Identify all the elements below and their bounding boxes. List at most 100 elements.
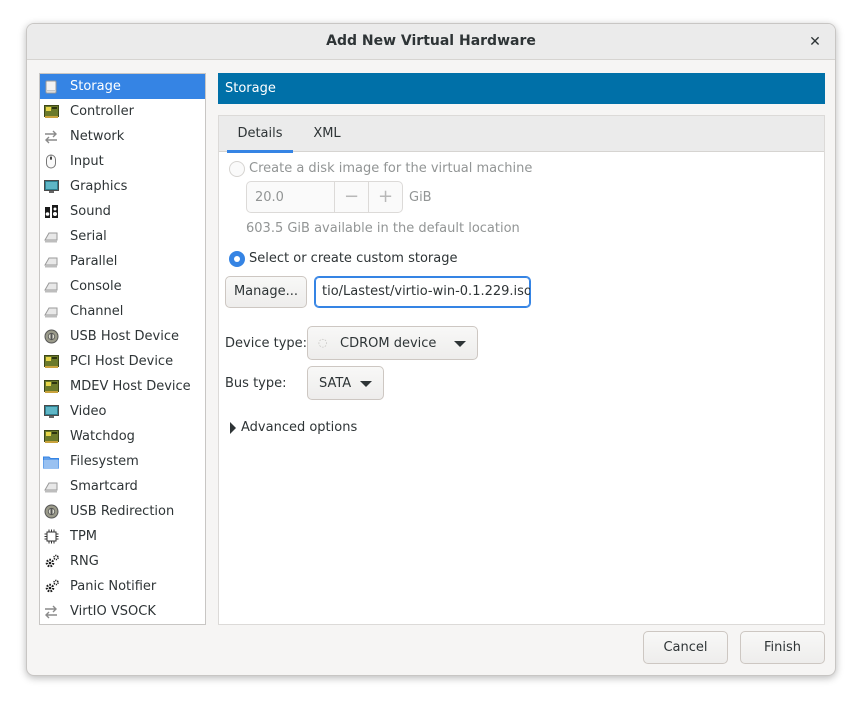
sidebar-item-console[interactable]: Console xyxy=(40,274,205,299)
disk-size-value[interactable]: 20.0 xyxy=(255,190,284,205)
sidebar-item-label: Video xyxy=(70,404,107,419)
dialog-title: Add New Virtual Hardware xyxy=(326,33,536,49)
sound-icon xyxy=(43,204,59,220)
device-type-label: Device type: xyxy=(225,336,308,351)
sidebar-item-label: MDEV Host Device xyxy=(70,379,191,394)
sidebar-item-panic-notifier[interactable]: Panic Notifier xyxy=(40,574,205,599)
bus-type-combo[interactable]: SATA xyxy=(307,366,384,400)
sidebar-item-label: TPM xyxy=(70,529,97,544)
sidebar-item-label: Smartcard xyxy=(70,479,138,494)
usb-icon xyxy=(43,329,59,345)
tab-bar: Details XML xyxy=(219,116,824,153)
close-icon[interactable]: ✕ xyxy=(805,32,825,52)
tab-xml[interactable]: XML xyxy=(307,116,347,152)
sidebar-item-input[interactable]: Input xyxy=(40,149,205,174)
card-icon xyxy=(43,379,59,395)
sidebar-item-label: Serial xyxy=(70,229,107,244)
finish-button[interactable]: Finish xyxy=(740,631,825,664)
sidebar-item-parallel[interactable]: Parallel xyxy=(40,249,205,274)
sidebar-item-usb-host-device[interactable]: USB Host Device xyxy=(40,324,205,349)
sidebar-item-virtio-vsock[interactable]: VirtIO VSOCK xyxy=(40,599,205,624)
add-hardware-dialog: Add New Virtual Hardware ✕ Storage Contro… xyxy=(26,23,836,676)
decrement-icon[interactable]: − xyxy=(334,182,368,212)
sidebar-item-label: Sound xyxy=(70,204,111,219)
sidebar-item-tpm[interactable]: TPM xyxy=(40,524,205,549)
create-disk-radio[interactable] xyxy=(229,161,245,177)
network-icon xyxy=(43,129,59,145)
serial-port-icon xyxy=(43,254,59,270)
bus-type-value: SATA xyxy=(319,376,352,391)
monitor-icon xyxy=(43,404,59,420)
disk-size-spinner[interactable]: 20.0 − + xyxy=(246,181,403,213)
gear-icon xyxy=(43,579,59,595)
sidebar-item-pci-host-device[interactable]: PCI Host Device xyxy=(40,349,205,374)
folder-icon xyxy=(43,454,59,470)
sidebar-item-label: Panic Notifier xyxy=(70,579,157,594)
sidebar-item-label: PCI Host Device xyxy=(70,354,174,369)
sidebar-item-label: VirtIO VSOCK xyxy=(70,604,156,619)
gear-icon xyxy=(43,554,59,570)
chevron-down-icon xyxy=(360,381,372,387)
card-icon xyxy=(43,429,59,445)
sidebar-item-video[interactable]: Video xyxy=(40,399,205,424)
sidebar-item-label: USB Host Device xyxy=(70,329,180,344)
titlebar: Add New Virtual Hardware ✕ xyxy=(27,24,835,60)
sidebar-item-label: Filesystem xyxy=(70,454,139,469)
custom-storage-radio[interactable] xyxy=(229,251,245,267)
advanced-options-label: Advanced options xyxy=(241,420,358,435)
sidebar-item-rng[interactable]: RNG xyxy=(40,549,205,574)
sidebar-item-serial[interactable]: Serial xyxy=(40,224,205,249)
sidebar-item-label: Watchdog xyxy=(70,429,135,444)
chevron-down-icon xyxy=(454,341,466,347)
expander-arrow-icon xyxy=(230,422,236,434)
serial-port-icon xyxy=(43,479,59,495)
sidebar-item-watchdog[interactable]: Watchdog xyxy=(40,424,205,449)
section-header: Storage xyxy=(218,73,825,104)
sidebar-item-usb-redirection[interactable]: USB Redirection xyxy=(40,499,205,524)
advanced-options-expander[interactable]: Advanced options xyxy=(229,417,369,439)
custom-storage-label: Select or create custom storage xyxy=(249,251,458,266)
sidebar-item-label: Graphics xyxy=(70,179,128,194)
sidebar-item-label: Parallel xyxy=(70,254,118,269)
card-icon xyxy=(43,104,59,120)
details-area: Storage Details XML Create a disk image … xyxy=(218,73,825,625)
card-icon xyxy=(43,354,59,370)
sidebar-item-controller[interactable]: Controller xyxy=(40,99,205,124)
bus-type-label: Bus type: xyxy=(225,376,287,391)
mouse-icon xyxy=(43,154,59,170)
sidebar-item-storage[interactable]: Storage xyxy=(40,74,205,99)
sidebar-item-channel[interactable]: Channel xyxy=(40,299,205,324)
cdrom-icon: ◌ xyxy=(318,336,328,349)
available-space-text: 603.5 GiB available in the default locat… xyxy=(246,221,520,236)
sidebar-item-smartcard[interactable]: Smartcard xyxy=(40,474,205,499)
device-type-combo[interactable]: ◌ CDROM device xyxy=(307,326,478,360)
sidebar-item-label: Network xyxy=(70,129,125,144)
sidebar-item-mdev-host-device[interactable]: MDEV Host Device xyxy=(40,374,205,399)
sidebar-item-filesystem[interactable]: Filesystem xyxy=(40,449,205,474)
sidebar-item-label: Controller xyxy=(70,104,134,119)
tab-details[interactable]: Details xyxy=(227,116,293,153)
sidebar-item-label: USB Redirection xyxy=(70,504,175,519)
monitor-icon xyxy=(43,179,59,195)
network-icon xyxy=(43,604,59,620)
sidebar-item-label: Console xyxy=(70,279,122,294)
sidebar-item-network[interactable]: Network xyxy=(40,124,205,149)
serial-port-icon xyxy=(43,279,59,295)
sidebar-item-sound[interactable]: Sound xyxy=(40,199,205,224)
sidebar-item-graphics[interactable]: Graphics xyxy=(40,174,205,199)
sidebar-item-label: Input xyxy=(70,154,104,169)
serial-port-icon xyxy=(43,304,59,320)
details-panel: Details XML Create a disk image for the … xyxy=(218,115,825,625)
cancel-button[interactable]: Cancel xyxy=(643,631,728,664)
disk-unit-label: GiB xyxy=(409,190,432,205)
hardware-type-list: Storage Controller Network Input Graphics Sou… xyxy=(39,73,206,625)
increment-icon[interactable]: + xyxy=(368,182,402,212)
sidebar-item-label: Channel xyxy=(70,304,124,319)
storage-path-input[interactable]: tio/Lastest/virtio-win-0.1.229.iso xyxy=(314,276,531,308)
chip-icon xyxy=(43,529,59,545)
manage-button[interactable]: Manage... xyxy=(225,276,307,308)
sidebar-item-label: RNG xyxy=(70,554,99,569)
device-type-value: CDROM device xyxy=(340,336,437,351)
sidebar-item-label: Storage xyxy=(70,79,121,94)
disk-icon xyxy=(43,79,59,95)
